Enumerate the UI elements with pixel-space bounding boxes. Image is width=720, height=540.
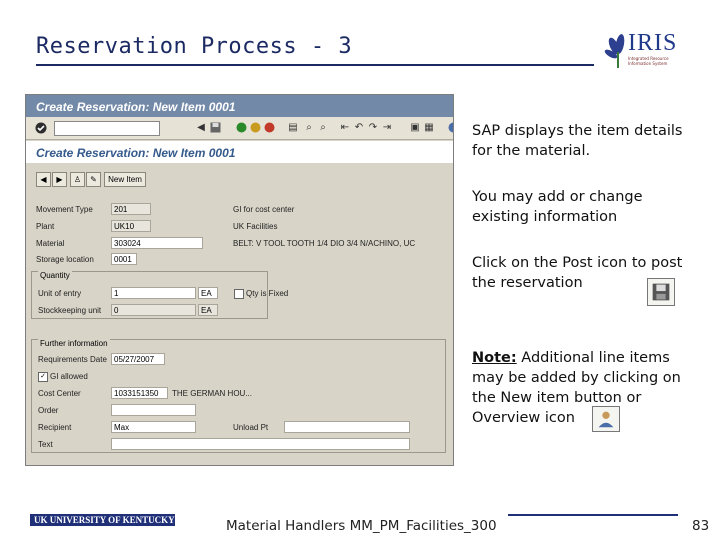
footer-rule [508, 514, 678, 516]
movement-type-label: Movement Type [36, 205, 93, 214]
gi-allowed-checkbox[interactable]: ✓ [38, 372, 48, 382]
order-field[interactable] [111, 404, 196, 416]
gi-cost-center-text: GI for cost center [233, 205, 295, 214]
sap-window-titlebar: Create Reservation: New Item 0001 [26, 95, 453, 117]
movement-type-field[interactable]: 201 [111, 203, 151, 215]
material-description: BELT: V TOOL TOOTH 1/4 DIO 3/4 N/ACHINO,… [233, 239, 416, 248]
storage-location-field[interactable]: 0001 [111, 253, 137, 265]
edit-icon[interactable]: ✎ [86, 172, 101, 187]
last-page-icon[interactable]: ⇥ [382, 122, 392, 133]
qty-fixed-checkbox[interactable] [234, 289, 244, 299]
cost-center-description: THE GERMAN HOU... [172, 389, 253, 398]
page-number: 83 [692, 518, 710, 534]
sap-screenshot: Create Reservation: New Item 0001 ◀ ▤ ⌕ … [25, 94, 454, 466]
slide-title: Reservation Process - 3 [36, 34, 353, 59]
cost-center-label: Cost Center [38, 389, 81, 398]
instruction-item-details: SAP displays the item details for the ma… [472, 123, 683, 159]
back-green-icon[interactable] [236, 122, 247, 133]
material-field[interactable]: 303024 [111, 237, 203, 249]
cost-center-field[interactable]: 1033151350 [111, 387, 168, 399]
sap-screen-title: Create Reservation: New Item 0001 [36, 146, 236, 160]
previous-item-button[interactable]: ◀ [36, 172, 51, 187]
gi-allowed-label: GI allowed [50, 372, 88, 381]
help-icon[interactable] [448, 122, 454, 133]
unloading-point-label: Unload Pt [233, 423, 269, 432]
stockkeeping-unit-field[interactable]: 0 [111, 304, 196, 316]
unit-of-entry-field[interactable]: 1 [111, 287, 196, 299]
sap-screen-title-bar: Create Reservation: New Item 0001 [26, 141, 453, 163]
unit-of-entry-uom[interactable]: EA [198, 287, 218, 299]
note-label: Note: [472, 350, 517, 366]
plant-field[interactable]: UK10 [111, 220, 151, 232]
requirements-date-field[interactable]: 05/27/2007 [111, 353, 165, 365]
material-label: Material [36, 239, 65, 248]
new-item-button[interactable]: New Item [104, 172, 146, 187]
previous-page-icon[interactable]: ↶ [354, 122, 364, 133]
university-of-kentucky-logo-text: UK UNIVERSITY OF KENTUCKY [34, 515, 175, 525]
further-information-title: Further information [38, 339, 110, 348]
shortcut-icon[interactable]: ▦ [424, 122, 434, 133]
save-icon [647, 278, 675, 306]
first-page-icon[interactable]: ⇤ [340, 122, 350, 133]
sap-window-title: Create Reservation: New Item 0001 [36, 100, 236, 114]
create-session-icon[interactable]: ▣ [410, 122, 420, 133]
unit-of-entry-label: Unit of entry [38, 289, 82, 298]
print-icon[interactable]: ▤ [288, 122, 298, 133]
recipient-field[interactable]: Max [111, 421, 196, 433]
enter-check-icon[interactable] [35, 122, 47, 134]
overview-toolbar-icon[interactable]: ♙ [70, 172, 85, 187]
quantity-group-title: Quantity [38, 271, 72, 280]
command-field[interactable] [54, 121, 160, 136]
qty-fixed-label: Qty is Fixed [246, 289, 289, 298]
cancel-icon[interactable] [264, 122, 275, 133]
text-label: Text [38, 440, 53, 449]
stockkeeping-unit-label: Stockkeeping unit [38, 306, 102, 315]
exit-icon[interactable] [250, 122, 261, 133]
order-label: Order [38, 406, 59, 415]
back-icon[interactable]: ◀ [196, 122, 206, 133]
title-underline [36, 64, 594, 66]
instruction-add-change: You may add or change existing informati… [472, 189, 643, 225]
save-toolbar-icon[interactable] [210, 122, 221, 133]
recipient-label: Recipient [38, 423, 72, 432]
text-field[interactable] [111, 438, 410, 450]
unloading-point-field[interactable] [284, 421, 410, 433]
overview-icon [592, 406, 620, 432]
iris-logo-subtext: Integrated Resource Information System [628, 56, 669, 66]
iris-logo-text: IRIS [628, 30, 678, 56]
find-icon[interactable]: ⌕ [304, 122, 314, 133]
find-next-icon[interactable]: ⌕ [318, 122, 328, 133]
plant-description: UK Facilities [233, 222, 278, 231]
storage-location-label: Storage location [36, 255, 94, 264]
next-item-button[interactable]: ▶ [52, 172, 67, 187]
requirements-date-label: Requirements Date [38, 355, 107, 364]
stockkeeping-unit-uom[interactable]: EA [198, 304, 218, 316]
footer-course-text: Material Handlers MM_PM_Facilities_300 [226, 518, 497, 534]
university-of-kentucky-logo: UK UNIVERSITY OF KENTUCKY [30, 514, 175, 526]
sap-application-toolbar: ◀ ▶ ♙ ✎ New Item [26, 169, 453, 189]
instruction-note: Note: Additional line items may be added… [472, 348, 692, 428]
next-page-icon[interactable]: ↷ [368, 122, 378, 133]
sap-system-toolbar: ◀ ▤ ⌕ ⌕ ⇤ ↶ ↷ ⇥ ▣ ▦ [26, 117, 453, 140]
plant-label: Plant [36, 222, 55, 231]
